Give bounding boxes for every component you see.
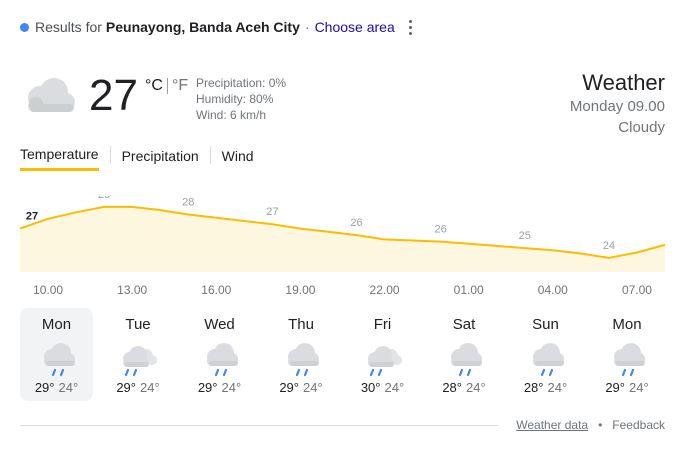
low-temp: 24° <box>140 380 160 395</box>
daily-forecast: Mon 29° 24° Tue 29° 24° Wed 29° 24° Thu 29° 24° Fri 3… <box>20 308 672 401</box>
choose-area-link[interactable]: Choose area <box>315 19 395 35</box>
celsius-unit[interactable]: °C <box>145 77 163 95</box>
forecast-day-6[interactable]: Sun 28° 24° <box>509 308 582 401</box>
rain-partly-cloudy-icon <box>123 346 157 377</box>
forecast-day-2[interactable]: Wed 29° 24° <box>183 308 256 401</box>
day-name: Fri <box>373 316 392 333</box>
location-dot-icon <box>20 22 29 32</box>
day-name: Sat <box>452 316 476 333</box>
rain-cloud-icon <box>451 343 482 377</box>
tab-temperature[interactable]: Temperature <box>20 146 99 171</box>
forecast-day-3[interactable]: Thu 29° 24° <box>265 308 338 401</box>
chart-value-label: 29 <box>98 196 110 201</box>
chart-value-label: 27 <box>26 211 38 223</box>
rain-cloud-icon <box>206 343 238 377</box>
low-temp: 24° <box>547 380 568 395</box>
day-name: Mon <box>41 316 72 333</box>
rain-cloud-icon <box>43 343 75 377</box>
x-tick-label: 07.00 <box>622 283 652 297</box>
x-tick-label: 01.00 <box>454 283 484 297</box>
footer: Weather data • Feedback <box>516 418 665 432</box>
high-temp: 30° <box>360 380 381 395</box>
forecast-day-1[interactable]: Tue 29° 24° <box>102 308 175 401</box>
day-temps: 30° 24° <box>346 380 419 395</box>
day-temps: 29° 24° <box>183 380 256 395</box>
day-name: Thu <box>288 316 314 333</box>
forecast-day-5[interactable]: Sat 28° 24° <box>428 308 501 401</box>
location-name: Peunayong, Banda Aceh City <box>105 19 300 35</box>
high-temp: 29° <box>34 380 55 395</box>
forecast-day-0[interactable]: Mon 29° 24° <box>20 308 93 401</box>
forecast-day-4[interactable]: Fri 30° 24° <box>346 308 419 401</box>
rain-cloud-icon <box>288 343 319 377</box>
high-temp: 29° <box>197 380 218 395</box>
chart-tabs: Temperature Precipitation Wind <box>20 146 254 171</box>
low-temp: 24° <box>629 380 649 395</box>
weather-data-link[interactable]: Weather data <box>516 418 588 432</box>
tab-divider <box>209 146 211 164</box>
current-details: Precipitation: 0% Humidity: 80% Wind: 6 … <box>196 75 286 123</box>
chart-value-label: 25 <box>519 230 531 242</box>
current-condition: Cloudy <box>618 119 665 136</box>
feedback-link[interactable]: Feedback <box>612 418 665 432</box>
results-prefix: Results for <box>35 19 102 35</box>
high-temp: 29° <box>605 380 625 395</box>
chart-value-label: 24 <box>603 240 615 252</box>
low-temp: 24° <box>303 380 323 395</box>
x-tick-label: 22.00 <box>370 283 400 297</box>
rain-cloud-icon <box>614 343 645 377</box>
footer-dot: • <box>598 418 603 432</box>
day-name: Mon <box>612 316 642 333</box>
high-temp: 29° <box>116 380 136 395</box>
precipitation-text: Precipitation: 0% <box>196 76 287 90</box>
x-tick-label: 10.00 <box>33 283 63 297</box>
x-tick-label: 04.00 <box>538 283 568 297</box>
x-tick-label: 19.00 <box>285 283 315 297</box>
tab-precipitation[interactable]: Precipitation <box>122 148 199 170</box>
cloud-icon <box>28 78 75 112</box>
day-temps: 29° 24° <box>591 380 664 395</box>
wind-text: Wind: 6 km/h <box>196 108 267 122</box>
unit-divider <box>166 78 168 94</box>
more-options-icon[interactable] <box>404 16 416 38</box>
tab-divider <box>109 146 111 164</box>
high-temp: 28° <box>442 380 462 395</box>
high-temp: 29° <box>279 380 299 395</box>
humidity-text: Humidity: 80% <box>196 92 274 106</box>
location-header: Results for Peunayong, Banda Aceh City ·… <box>20 17 395 37</box>
unit-toggle: °C °F <box>145 77 188 95</box>
chart-value-label: 27 <box>266 206 278 218</box>
day-name: Tue <box>125 316 151 333</box>
fahrenheit-unit[interactable]: °F <box>172 77 188 95</box>
day-temps: 29° 24° <box>20 380 93 395</box>
day-temps: 28° 24° <box>509 380 582 395</box>
chart-value-label: 28 <box>182 196 194 208</box>
chart-value-label: 26 <box>435 224 447 236</box>
header-separator: · <box>304 19 310 35</box>
footer-divider <box>20 425 498 426</box>
low-temp: 24° <box>58 380 79 395</box>
high-temp: 28° <box>523 380 544 395</box>
weather-summary: Weather Monday 09.00 Cloudy <box>570 70 665 138</box>
current-temperature: 27 <box>89 71 138 120</box>
forecast-day-7[interactable]: Mon 29° 24° <box>591 308 664 401</box>
tab-wind[interactable]: Wind <box>222 148 254 170</box>
temperature-area <box>20 206 665 272</box>
x-tick-label: 16.00 <box>201 283 231 297</box>
temperature-chart: 27 29 28 27 26 26 25 24 10.00 13.00 16.00 19.00 22.0… <box>19 196 666 297</box>
x-tick-label: 13.00 <box>117 283 147 297</box>
day-temps: 29° 24° <box>265 380 338 395</box>
day-temps: 29° 24° <box>102 380 175 395</box>
day-name: Sun <box>532 316 559 333</box>
low-temp: 24° <box>466 380 486 395</box>
chart-value-label: 26 <box>350 217 362 229</box>
low-temp: 24° <box>384 380 405 395</box>
low-temp: 24° <box>221 380 242 395</box>
rain-partly-cloudy-icon <box>367 346 402 377</box>
day-name: Wed <box>204 316 235 333</box>
rain-cloud-icon <box>532 343 564 377</box>
weather-title: Weather <box>582 70 665 95</box>
day-temps: 28° 24° <box>428 380 501 395</box>
current-datetime: Monday 09.00 <box>569 98 665 115</box>
